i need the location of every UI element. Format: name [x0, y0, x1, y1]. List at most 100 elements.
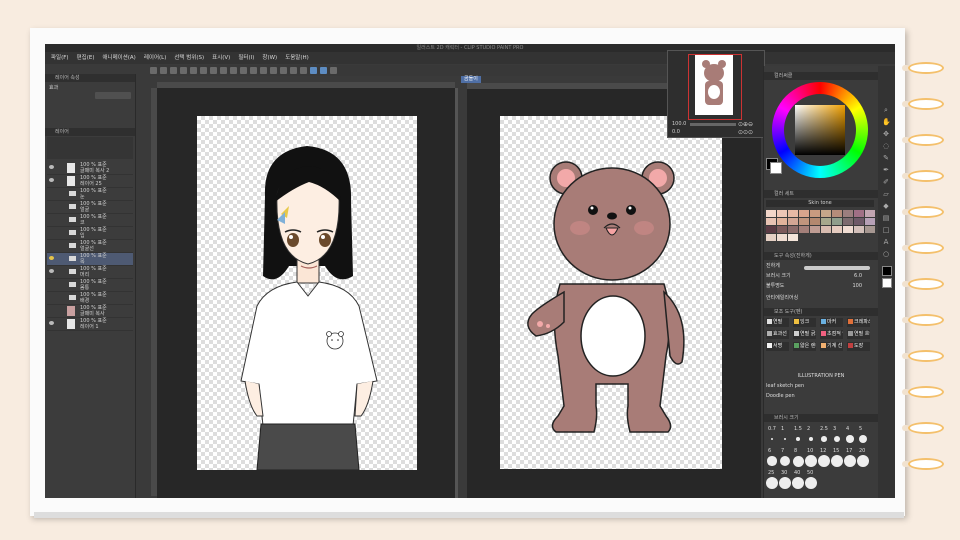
open-file-icon[interactable]	[160, 67, 167, 74]
color-swatch[interactable]	[799, 218, 809, 225]
menu-animation[interactable]: 애니메이션(A)	[102, 52, 135, 64]
new-file-icon[interactable]	[150, 67, 157, 74]
color-swatch[interactable]	[810, 210, 820, 217]
color-swatch[interactable]	[788, 218, 798, 225]
eye-icon[interactable]	[49, 269, 54, 273]
effect-buttons[interactable]	[95, 92, 131, 99]
brush-size-dot[interactable]	[796, 437, 800, 441]
brush-size-dot[interactable]	[792, 477, 804, 489]
menu-selection[interactable]: 선택 범위(S)	[174, 52, 204, 64]
menu-help[interactable]: 도움말(H)	[285, 52, 309, 64]
sub-tool-button[interactable]: 마커	[820, 318, 843, 327]
menu-filter[interactable]: 필터(I)	[238, 52, 254, 64]
fill-icon[interactable]: ◆	[882, 202, 890, 210]
color-swatch[interactable]	[766, 226, 776, 233]
layer-row-selected[interactable]: 100 % 표준 목	[47, 253, 133, 266]
layer-row[interactable]: 100 % 표준 입	[47, 227, 133, 240]
brush-size-option-label[interactable]: 15	[833, 448, 839, 454]
sub-tool-button[interactable]: 연필 굵게	[793, 330, 816, 339]
brush-list-item[interactable]: leaf sketch pen	[766, 382, 876, 391]
brush-size-dot[interactable]	[858, 434, 868, 444]
brush-size-option-label[interactable]: 0.7	[768, 426, 776, 432]
brush-size-row[interactable]: 브러시 크기 6.0	[766, 272, 876, 281]
clear-icon[interactable]	[200, 67, 207, 74]
color-swatch[interactable]	[788, 210, 798, 217]
color-swatch[interactable]	[865, 210, 875, 217]
invert-selection-icon[interactable]	[260, 67, 267, 74]
color-swatch[interactable]	[821, 226, 831, 233]
brush-size-option-label[interactable]: 40	[794, 470, 800, 476]
brush-size-dot[interactable]	[766, 477, 778, 489]
sub-tool-button[interactable]: 연필 흐림	[847, 330, 870, 339]
color-swatch[interactable]	[865, 226, 875, 233]
snap-guide-icon[interactable]	[310, 67, 317, 74]
snap-vanish-icon[interactable]	[300, 67, 307, 74]
navigator-rotate-buttons[interactable]: ⊙⊙⊙	[738, 129, 753, 136]
sub-tool-button[interactable]: 서명	[766, 342, 789, 351]
sub-tool-button[interactable]: 효과선	[766, 330, 789, 339]
brush-size-dot[interactable]	[779, 455, 791, 467]
brush-size-dot[interactable]	[767, 456, 777, 466]
color-swatch[interactable]	[810, 218, 820, 225]
menu-file[interactable]: 파일(F)	[51, 52, 69, 64]
brush-size-dot[interactable]	[779, 477, 791, 489]
color-swatch[interactable]	[832, 226, 842, 233]
paste-icon[interactable]	[230, 67, 237, 74]
brush-size-option-label[interactable]: 3	[833, 426, 836, 432]
figure-icon[interactable]: □	[882, 226, 890, 234]
brush-size-dot[interactable]	[792, 455, 804, 467]
brush-size-option-label[interactable]: 25	[768, 470, 774, 476]
brush-size-option-label[interactable]: 50	[807, 470, 813, 476]
brush-size-option-label[interactable]: 2.5	[820, 426, 828, 432]
cut-icon[interactable]	[210, 67, 217, 74]
brush-size-dot[interactable]	[833, 435, 841, 443]
layer-row[interactable]: 100 % 표준 레이어 1	[47, 318, 133, 331]
color-swatch[interactable]	[832, 210, 842, 217]
sub-tool-button[interactable]: 연필	[766, 318, 789, 327]
navigator-angle[interactable]: 0.0	[672, 129, 680, 135]
menu-view[interactable]: 표시(V)	[212, 52, 230, 64]
brush-size-option-label[interactable]: 20	[859, 448, 865, 454]
color-swatch[interactable]	[766, 218, 776, 225]
canvas-paper[interactable]	[500, 116, 722, 469]
menu-window[interactable]: 창(W)	[262, 52, 277, 64]
sub-color-icon[interactable]	[882, 278, 892, 288]
hand-icon[interactable]: ✋	[882, 118, 891, 126]
brush-size-dot[interactable]	[783, 437, 787, 441]
brush-size-dot[interactable]	[808, 436, 814, 442]
eyedropper-icon[interactable]: ✎	[882, 154, 890, 162]
move-icon[interactable]: ✥	[882, 130, 890, 138]
brush-size-option-label[interactable]: 10	[807, 448, 813, 454]
menu-layer[interactable]: 레이어(L)	[144, 52, 167, 64]
eye-icon[interactable]	[49, 178, 54, 182]
brush-size-option-label[interactable]: 8	[794, 448, 797, 454]
brush-size-option-label[interactable]: 4	[846, 426, 849, 432]
main-color-icon[interactable]	[882, 266, 892, 276]
canvas-scrollbar[interactable]	[455, 88, 458, 498]
snap-grid-icon[interactable]	[280, 67, 287, 74]
brush-icon[interactable]: ✐	[882, 178, 890, 186]
brush-size-option-label[interactable]: 1	[781, 426, 784, 432]
layer-row[interactable]: 100 % 표준 글패미 복사 2	[47, 162, 133, 175]
brush-size-option-label[interactable]: 5	[859, 426, 862, 432]
magnifier-icon[interactable]: ⌕	[882, 106, 890, 114]
layer-row[interactable]: 100 % 표준 몸통	[47, 279, 133, 292]
color-swatch[interactable]	[788, 234, 798, 241]
pen-icon[interactable]: ✒	[882, 166, 890, 174]
redo-icon[interactable]	[190, 67, 197, 74]
lasso-icon[interactable]: ◌	[882, 142, 890, 150]
brush-size-dot[interactable]	[805, 455, 817, 467]
color-swatch[interactable]	[766, 210, 776, 217]
saturation-square[interactable]	[795, 105, 845, 155]
layer-row[interactable]: 100 % 표준 눈	[47, 188, 133, 201]
brush-size-option-label[interactable]: 2	[807, 426, 810, 432]
layer-row[interactable]: 100 % 표준 머리	[47, 266, 133, 279]
opacity-value[interactable]: 100	[852, 282, 862, 291]
color-swatch[interactable]	[832, 218, 842, 225]
undo-icon[interactable]	[180, 67, 187, 74]
brush-size-option-label[interactable]: 17	[846, 448, 852, 454]
layer-row[interactable]: 100 % 표준 얼굴선	[47, 240, 133, 253]
snap-special-icon[interactable]	[290, 67, 297, 74]
color-swatch[interactable]	[821, 218, 831, 225]
fill-transparent-icon[interactable]	[330, 67, 337, 74]
